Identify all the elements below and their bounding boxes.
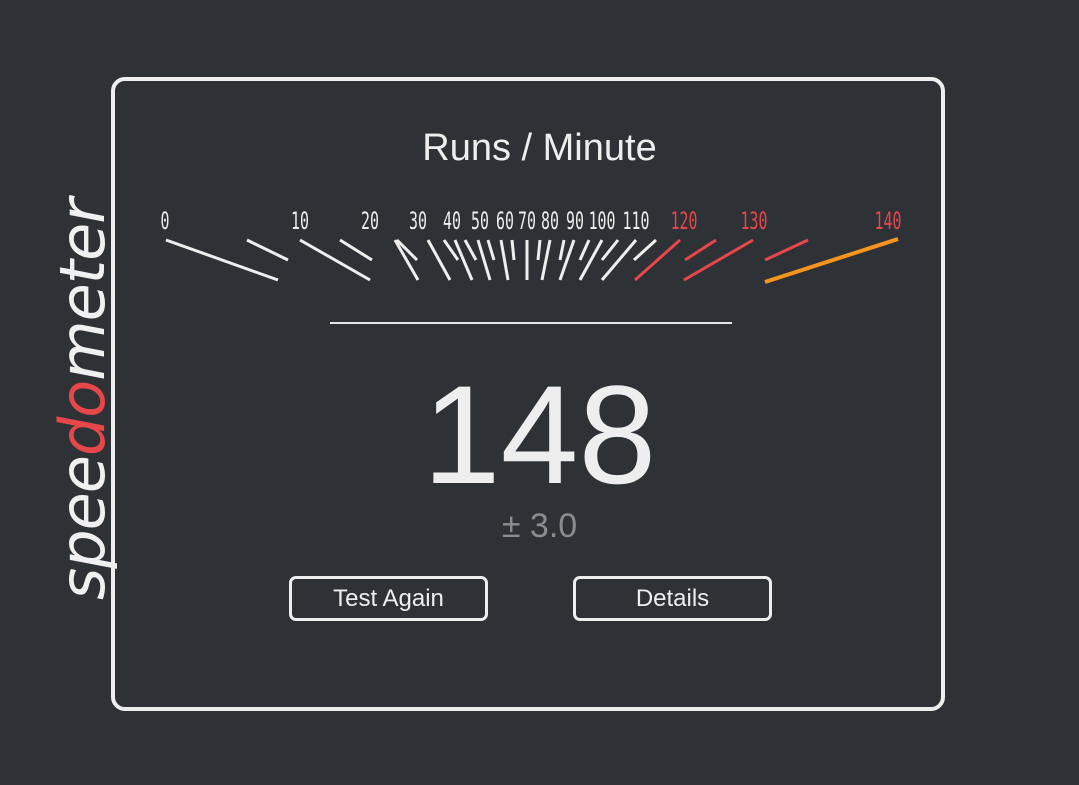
gauge-tick-mark [632,238,658,262]
score-value: 148 [422,356,657,513]
gauge-tick-mark [684,238,717,262]
gauge-tick-mark [339,238,373,262]
score-deviation: ± 3.0 [501,507,578,545]
gauge-tick-label-120: 120 [671,206,698,235]
gauge-tick-mark [510,239,516,261]
gauge-tick-label-20: 20 [361,206,379,235]
gauge-tick-mark [578,239,604,281]
gauge-tick-label-0: 0 [161,206,170,235]
gauge-tick-label-110: 110 [623,206,650,235]
gauge-tick-label-40: 40 [443,206,461,235]
speedometer-page: speedometer Runs / Minute 0 10 20 30 40 50 60 7… [0,0,1079,785]
gauge-tick-mark [463,239,478,261]
gauge-tick-mark [540,239,552,281]
gauge-tick-mark [499,239,510,281]
gauge-tick-label-30: 30 [409,206,427,235]
gauge-tick-label-80: 80 [541,206,559,235]
gauge-tick-mark [486,239,496,261]
gauge-tick-mark [476,239,492,281]
gauge-tick-mark [683,238,754,282]
gauge-tick-label-100: 100 [589,206,616,235]
gauge-tick-label-10: 10 [291,206,309,235]
gauge-tick-mark [634,238,681,282]
gauge-tick-mark [393,239,420,281]
gauge-tick-mark [600,239,620,261]
divider-line [330,322,732,324]
gauge-needle [764,237,899,284]
gauge-tick-mark [246,238,289,262]
gauge-tick-mark [764,238,809,262]
gauge-title: Runs / Minute [422,127,657,169]
gauge-tick-label-140: 140 [875,206,902,235]
gauge-tick-mark [578,239,591,261]
gauge-tick-mark [558,239,566,261]
logo-text-meter: meter [46,199,119,381]
gauge-tick-label-130: 130 [741,206,768,235]
gauge-tick-mark [536,239,542,261]
test-again-button[interactable]: Test Again [289,576,488,621]
details-button[interactable]: Details [573,576,772,621]
gauge-tick-label-60: 60 [496,206,514,235]
gauge-tick-label-70: 70 [518,206,536,235]
gauge-tick-mark [299,238,371,282]
gauge-tick-mark [600,239,638,281]
gauge-tick-label-50: 50 [471,206,489,235]
gauge: 0 10 20 30 40 50 60 70 80 90 100 110 120 130 140 [161,206,902,284]
gauge-tick-label-90: 90 [566,206,584,235]
